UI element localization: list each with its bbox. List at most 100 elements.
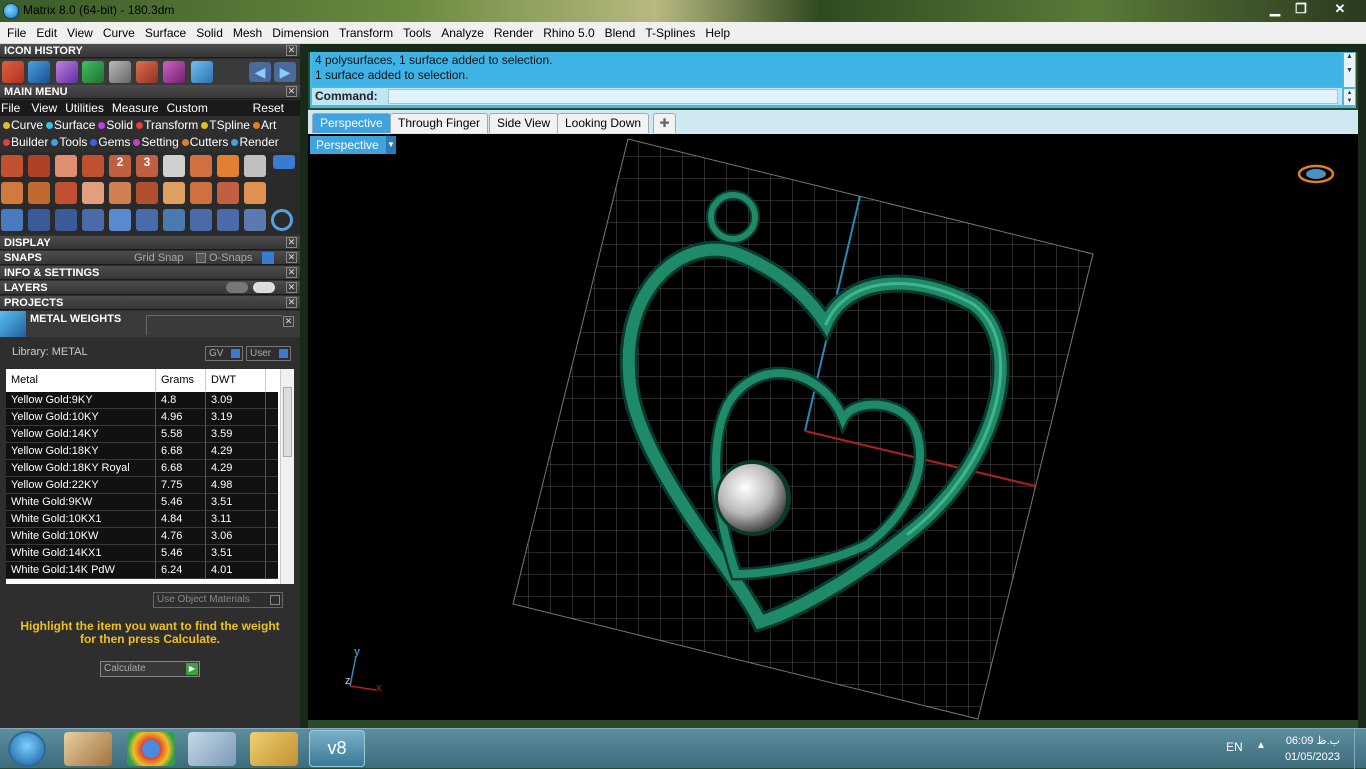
category-builder[interactable]: Builder (0, 135, 48, 149)
chrome-icon[interactable] (127, 732, 175, 766)
history-tool-icon[interactable] (109, 61, 131, 83)
table-row[interactable]: White Gold:9KW 5.46 3.51 (6, 494, 278, 511)
menu-rhino[interactable]: Rhino 5.0 (538, 26, 599, 40)
grid-snap-toggle[interactable]: Grid Snap (134, 251, 184, 265)
menu-blend[interactable]: Blend (600, 26, 641, 40)
menu-curve[interactable]: Curve (98, 26, 140, 40)
clock-time[interactable]: 06:09 ب.ظ (1280, 734, 1340, 747)
add-tab-button[interactable]: ✚ (653, 113, 676, 133)
menu-help[interactable]: Help (700, 26, 735, 40)
category-transform[interactable]: Transform (133, 118, 198, 132)
calculator-icon[interactable] (188, 732, 236, 766)
menu-dimension[interactable]: Dimension (267, 26, 334, 40)
table-row[interactable]: Yellow Gold:14KY 5.58 3.59 (6, 426, 278, 443)
table-row[interactable]: White Gold:14K PdW 6.24 4.01 (6, 562, 278, 579)
column-header-grams[interactable]: Grams (156, 369, 206, 391)
icon-history-header[interactable]: ICON HISTORY ✕ (0, 44, 300, 58)
category-solid[interactable]: Solid (95, 118, 133, 132)
paint-icon[interactable] (64, 732, 112, 766)
close-icon[interactable]: ✕ (286, 237, 297, 248)
main-menu-measure[interactable]: Measure (112, 101, 159, 115)
close-icon[interactable]: ✕ (283, 316, 294, 327)
tool-icon[interactable] (244, 209, 266, 231)
table-scrollbar[interactable] (280, 369, 294, 584)
level-3-icon[interactable]: 3 (136, 155, 158, 177)
close-button[interactable]: ✕ (1320, 0, 1360, 18)
projects-header[interactable]: PROJECTS ✕ (0, 296, 300, 310)
curve-icon[interactable] (55, 209, 77, 231)
show-desktop-button[interactable] (1354, 729, 1366, 769)
tool-icon[interactable] (190, 209, 212, 231)
menu-view[interactable]: View (62, 26, 98, 40)
main-menu-view[interactable]: View (31, 101, 57, 115)
tab-through-finger[interactable]: Through Finger (390, 113, 489, 133)
scrollbar-thumb[interactable] (283, 387, 292, 457)
use-object-materials-checkbox[interactable]: Use Object Materials (153, 592, 283, 608)
table-row[interactable]: Yellow Gold:18KY Royal 6.68 4.29 (6, 460, 278, 477)
category-curve[interactable]: Curve (0, 118, 43, 132)
tool-icon[interactable] (136, 209, 158, 231)
display-header[interactable]: DISPLAY ✕ (0, 236, 300, 250)
box-tool-icon[interactable] (55, 155, 77, 177)
folder-icon[interactable] (250, 732, 298, 766)
tool-icon[interactable] (82, 182, 104, 204)
tool-icon[interactable] (28, 182, 50, 204)
history-tool-icon[interactable] (136, 61, 158, 83)
tray-arrow-icon[interactable]: ▲ (1256, 740, 1266, 751)
tab-perspective[interactable]: Perspective (312, 113, 391, 133)
tool-icon[interactable] (244, 182, 266, 204)
category-art[interactable]: Art (250, 118, 276, 132)
table-row[interactable]: White Gold:10KX1 4.84 3.11 (6, 511, 278, 528)
close-icon[interactable]: ✕ (286, 267, 297, 278)
layers-header[interactable]: LAYERS ✕ (0, 281, 300, 295)
main-menu-custom[interactable]: Custom (167, 101, 208, 115)
eye-icon[interactable] (253, 282, 275, 293)
o-snaps-toggle[interactable]: O-Snaps (209, 251, 252, 265)
dropdown-icon[interactable]: ▼ (386, 136, 396, 154)
calculate-button[interactable]: Calculate ▶ (100, 661, 200, 677)
main-menu-file[interactable]: File (1, 101, 20, 115)
tool-icon[interactable] (82, 209, 104, 231)
tool-icon[interactable] (1, 209, 23, 231)
history-tool-icon[interactable] (56, 61, 78, 83)
table-row[interactable]: Yellow Gold:10KY 4.96 3.19 (6, 409, 278, 426)
history-tool-icon[interactable] (2, 61, 24, 83)
menu-transform[interactable]: Transform (334, 26, 398, 40)
column-header-dwt[interactable]: DWT (206, 369, 266, 391)
tool-icon[interactable] (190, 182, 212, 204)
user-toggle[interactable]: User (246, 346, 291, 361)
tool-icon[interactable] (1, 182, 23, 204)
tool-icon[interactable] (244, 155, 266, 177)
gear-tool-icon[interactable] (217, 155, 239, 177)
table-row[interactable]: Yellow Gold:18KY 6.68 4.29 (6, 443, 278, 460)
cut-tool-icon[interactable] (190, 155, 212, 177)
category-tspline[interactable]: TSpline (198, 118, 250, 132)
table-row[interactable]: Yellow Gold:9KY 4.8 3.09 (6, 392, 278, 409)
box-tool-icon[interactable] (82, 155, 104, 177)
language-indicator[interactable]: EN (1226, 740, 1243, 754)
tab-looking-down[interactable]: Looking Down (557, 113, 650, 133)
level-2-icon[interactable]: 2 (109, 155, 131, 177)
start-button[interactable] (8, 731, 46, 767)
category-cutters[interactable]: Cutters (179, 135, 228, 149)
orbit-icon[interactable] (1297, 164, 1335, 184)
command-input[interactable] (388, 89, 1338, 104)
command-spinner[interactable]: ▲ ▼ (1344, 89, 1355, 105)
arc-icon[interactable] (28, 209, 50, 231)
viewport[interactable]: Perspective ▼ y z x (308, 134, 1358, 720)
forward-arrow-icon[interactable]: ▶ (274, 62, 296, 82)
menu-edit[interactable]: Edit (31, 26, 62, 40)
o-snaps-indicator[interactable] (262, 252, 274, 264)
tool-icon[interactable] (217, 209, 239, 231)
main-menu-header[interactable]: MAIN MENU ✕ (0, 85, 300, 99)
menu-file[interactable]: File (2, 26, 31, 40)
move-icon[interactable] (109, 209, 131, 231)
menu-tsplines[interactable]: T-Splines (640, 26, 700, 40)
panel-splitter[interactable] (300, 44, 308, 728)
table-row[interactable]: Yellow Gold:22KY 7.75 4.98 (6, 477, 278, 494)
snaps-header[interactable]: SNAPS Grid Snap O-Snaps ✕ (0, 251, 300, 265)
table-row[interactable]: White Gold:14KX1 5.46 3.51 (6, 545, 278, 562)
category-render[interactable]: Render (228, 135, 279, 149)
tool-icon[interactable] (163, 209, 185, 231)
minimize-button[interactable]: ▁ (1262, 0, 1288, 18)
